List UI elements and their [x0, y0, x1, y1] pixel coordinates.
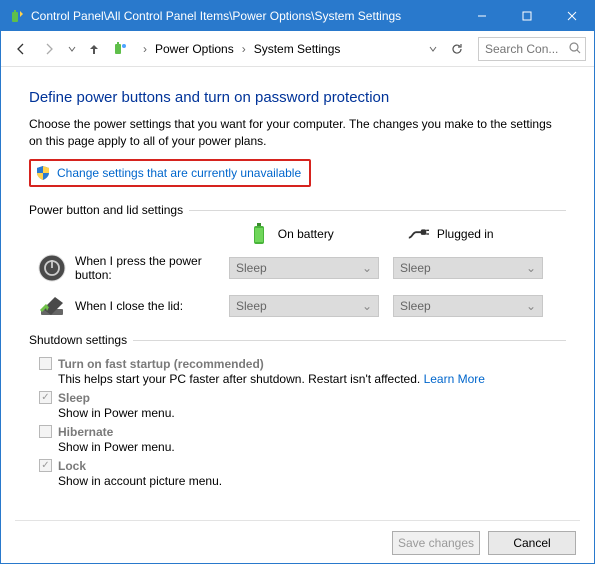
control-panel-icon: [111, 39, 131, 59]
checkbox-icon: [39, 425, 52, 438]
refresh-button[interactable]: [446, 38, 468, 60]
chevron-down-icon: ⌄: [526, 299, 536, 313]
learn-more-link[interactable]: Learn More: [424, 372, 485, 386]
maximize-button[interactable]: [504, 1, 549, 31]
divider: [15, 520, 580, 521]
column-on-battery: On battery: [248, 223, 407, 245]
battery-icon: [248, 223, 270, 245]
search-box[interactable]: [478, 37, 586, 61]
chevron-down-icon: ⌄: [362, 299, 372, 313]
lid-close-icon: [37, 291, 67, 321]
checkbox-fast-startup[interactable]: Turn on fast startup (recommended) This …: [39, 357, 566, 386]
page-description: Choose the power settings that you want …: [29, 116, 566, 151]
checkbox-icon: [39, 459, 52, 472]
minimize-button[interactable]: [459, 1, 504, 31]
explorer-toolbar: › Power Options › System Settings: [1, 31, 594, 67]
chevron-right-icon: ›: [240, 42, 248, 56]
close-button[interactable]: [549, 1, 594, 31]
search-icon: [568, 41, 582, 58]
change-settings-link[interactable]: Change settings that are currently unava…: [57, 166, 301, 180]
group-power-button-lid: Power button and lid settings: [29, 203, 566, 217]
titlebar: Control Panel\All Control Panel Items\Po…: [1, 1, 594, 31]
column-plugged-in: Plugged in: [407, 223, 566, 245]
plug-icon: [407, 223, 429, 245]
row-label-lid: When I close the lid:: [75, 299, 183, 313]
combo-power-btn-battery[interactable]: Sleep⌄: [229, 257, 379, 279]
row-label-power-button: When I press the power button:: [75, 254, 229, 282]
cancel-button[interactable]: Cancel: [488, 531, 576, 555]
page-title: Define power buttons and turn on passwor…: [29, 89, 566, 106]
chevron-right-icon: ›: [141, 42, 149, 56]
combo-power-btn-plugged[interactable]: Sleep⌄: [393, 257, 543, 279]
uac-shield-icon: [35, 165, 51, 181]
checkbox-icon: [39, 357, 52, 370]
checkbox-lock[interactable]: Lock Show in account picture menu.: [39, 459, 566, 488]
checkbox-icon: [39, 391, 52, 404]
up-button[interactable]: [83, 38, 105, 60]
change-settings-highlight: Change settings that are currently unava…: [29, 159, 311, 187]
content-area: Define power buttons and turn on passwor…: [1, 67, 594, 503]
crumb-system-settings[interactable]: System Settings: [250, 40, 345, 58]
power-options-icon: [9, 8, 25, 24]
window-title: Control Panel\All Control Panel Items\Po…: [31, 9, 459, 23]
back-button[interactable]: [9, 37, 33, 61]
combo-lid-plugged[interactable]: Sleep⌄: [393, 295, 543, 317]
crumb-power-options[interactable]: Power Options: [151, 40, 238, 58]
checkbox-hibernate[interactable]: Hibernate Show in Power menu.: [39, 425, 566, 454]
history-dropdown[interactable]: [426, 37, 440, 61]
chevron-down-icon: ⌄: [362, 261, 372, 275]
power-button-icon: [37, 253, 67, 283]
checkbox-sleep[interactable]: Sleep Show in Power menu.: [39, 391, 566, 420]
group-shutdown-settings: Shutdown settings: [29, 333, 566, 347]
recent-locations-button[interactable]: [65, 37, 79, 61]
chevron-down-icon: ⌄: [526, 261, 536, 275]
save-changes-button[interactable]: Save changes: [392, 531, 480, 555]
combo-lid-battery[interactable]: Sleep⌄: [229, 295, 379, 317]
breadcrumb[interactable]: › Power Options › System Settings: [139, 40, 422, 58]
forward-button[interactable]: [37, 37, 61, 61]
